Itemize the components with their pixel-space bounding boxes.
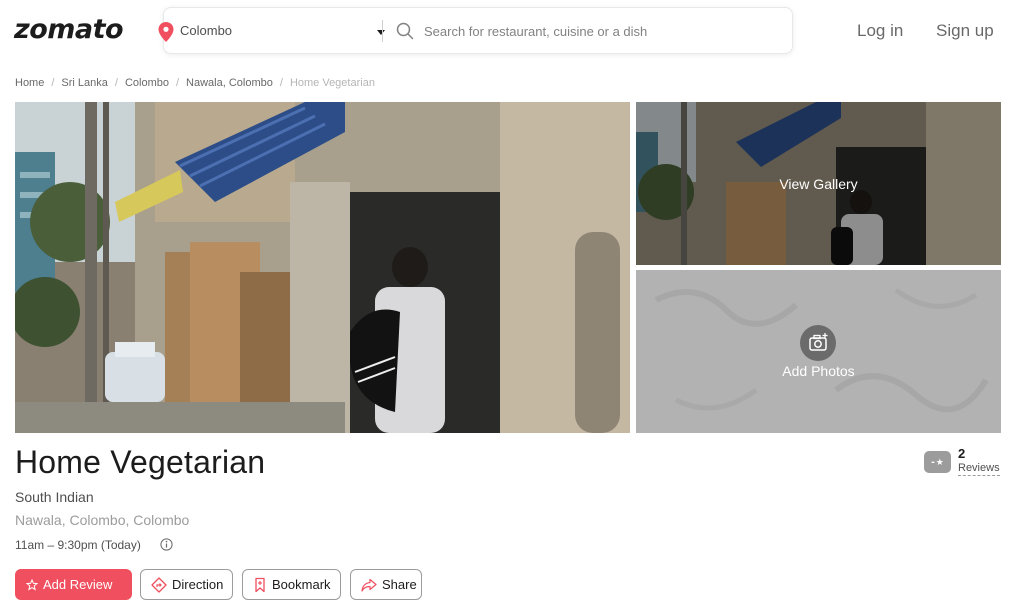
star-icon (26, 578, 38, 591)
view-gallery-label[interactable]: View Gallery (636, 176, 1001, 192)
breadcrumb-locality[interactable]: Nawala, Colombo (186, 77, 273, 89)
storefront-image (15, 102, 630, 433)
caret-down-icon[interactable] (376, 22, 386, 40)
share-label: Share (382, 577, 417, 592)
breadcrumb-country[interactable]: Sri Lanka (61, 77, 107, 89)
breadcrumb-city[interactable]: Colombo (125, 77, 169, 89)
main-restaurant-photo[interactable] (15, 102, 630, 433)
star-icon: ★ (935, 457, 944, 467)
add-photos-tile[interactable]: Add Photos (636, 270, 1001, 433)
bookmark-button[interactable]: Bookmark (242, 569, 341, 600)
breadcrumb-separator: / (51, 77, 55, 89)
opening-hours: 11am – 9:30pm (Today) (15, 538, 141, 552)
direction-label: Direction (172, 577, 224, 592)
search-input[interactable] (424, 18, 779, 44)
review-count: 2 (958, 446, 966, 461)
direction-icon (151, 576, 167, 593)
rating-value: - (931, 456, 935, 468)
breadcrumb-separator: / (279, 77, 283, 89)
breadcrumb-current: Home Vegetarian (289, 77, 375, 89)
gallery-thumbnail[interactable]: View Gallery (636, 102, 1001, 265)
add-review-button[interactable]: Add Review (15, 569, 132, 600)
breadcrumb-separator: / (114, 77, 118, 89)
restaurant-name: Home Vegetarian (15, 444, 266, 480)
map-pin-icon (158, 22, 174, 42)
direction-button[interactable]: Direction (140, 569, 233, 600)
zomato-logo[interactable]: zomato (14, 14, 124, 45)
search-divider (382, 20, 383, 42)
rating-badge: -★ (924, 451, 951, 473)
login-link[interactable]: Log in (857, 21, 903, 41)
cuisine-link[interactable]: South Indian (15, 489, 94, 505)
share-button[interactable]: Share (350, 569, 422, 600)
breadcrumb-home[interactable]: Home (15, 77, 44, 89)
location-value[interactable]: Colombo (180, 23, 232, 38)
camera-add-icon[interactable] (800, 325, 836, 361)
reviews-link[interactable]: Reviews (958, 462, 1000, 476)
breadcrumb: Home / Sri Lanka / Colombo / Nawala, Colombo / H… (15, 77, 375, 89)
search-bar: Colombo (158, 7, 793, 54)
bookmark-label: Bookmark (272, 577, 331, 592)
search-icon (396, 22, 414, 40)
add-review-label: Add Review (43, 577, 113, 592)
bookmark-icon (253, 577, 267, 593)
add-photos-label[interactable]: Add Photos (636, 363, 1001, 379)
signup-link[interactable]: Sign up (936, 21, 994, 41)
top-header: zomato Colombo Log in Sign up (0, 0, 1022, 62)
breadcrumb-separator: / (175, 77, 180, 89)
share-icon (361, 578, 377, 592)
locality-link[interactable]: Nawala, Colombo, Colombo (15, 512, 189, 528)
info-icon[interactable] (160, 538, 173, 551)
